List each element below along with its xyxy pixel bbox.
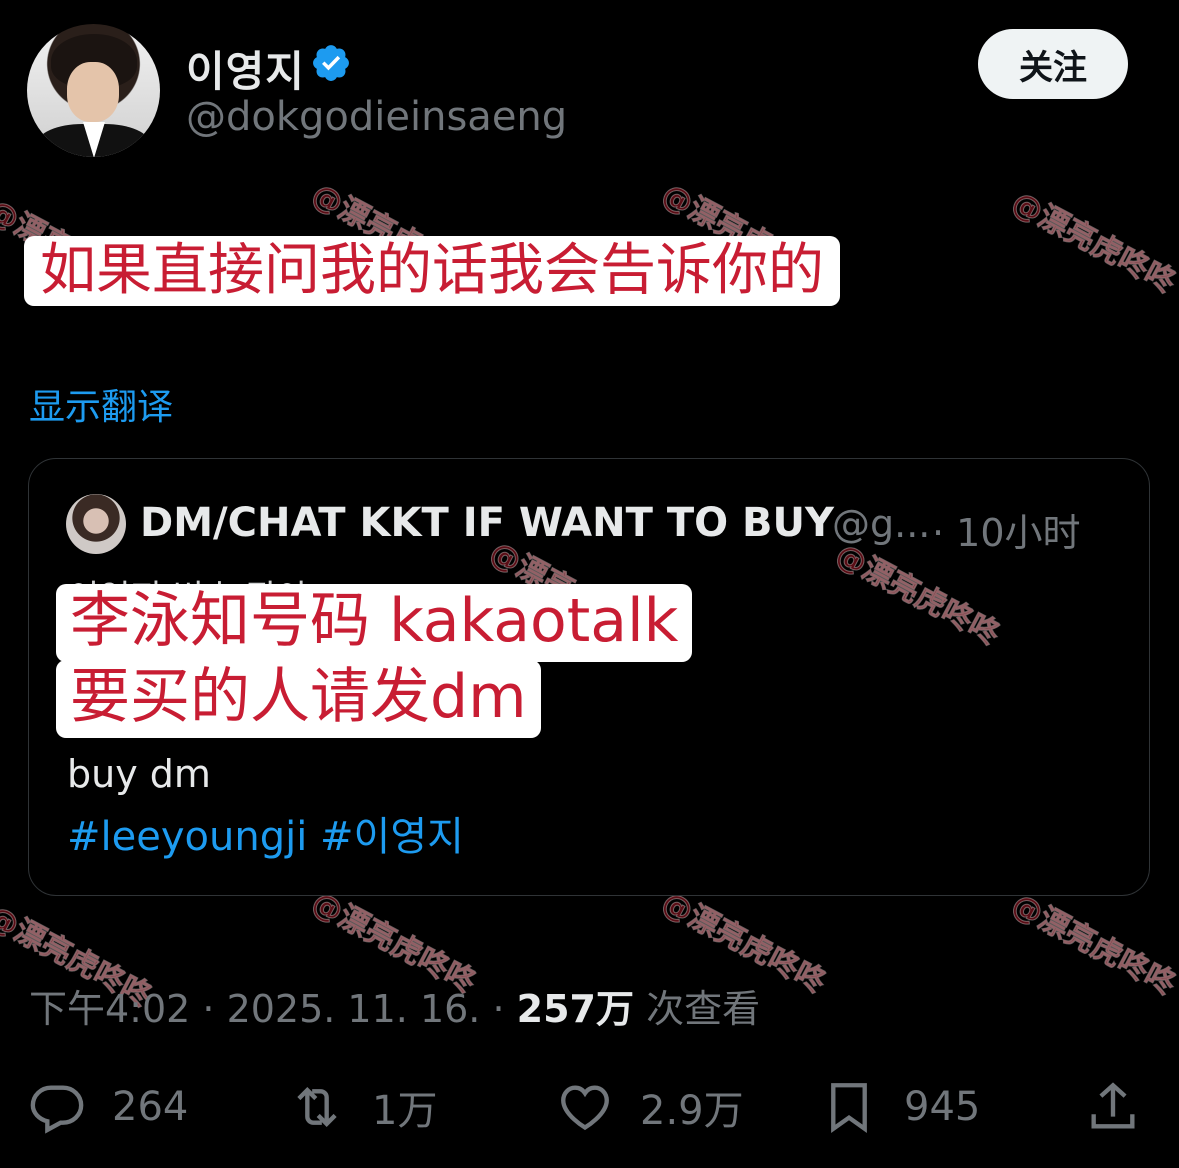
quoted-display-name: DM/CHAT KKT IF WANT TO BUY <box>140 500 834 546</box>
verified-badge-icon <box>313 45 349 81</box>
quoted-hashtags: #leeyoungji #이영지 <box>67 804 464 862</box>
bookmark-button[interactable]: 945 <box>820 1078 980 1136</box>
quoted-avatar[interactable] <box>66 494 126 554</box>
quoted-timestamp: · 10小时 <box>932 511 1081 555</box>
retweet-icon <box>297 1087 337 1127</box>
quoted-text-buy: buy dm <box>67 752 211 796</box>
avatar[interactable] <box>27 24 160 157</box>
show-translation-link[interactable]: 显示翻译 <box>29 378 173 430</box>
views-count: 257万 <box>516 987 634 1031</box>
reply-icon <box>30 1085 84 1134</box>
heart-icon <box>561 1085 609 1131</box>
watermark: @漂亮虎咚咚 <box>1005 185 1179 301</box>
tweet-timestamp[interactable]: 下午4:02 · 2025. 11. 16. · <box>29 987 505 1031</box>
retweet-button[interactable]: 1万 <box>288 1078 437 1136</box>
hashtag-link[interactable]: #이영지 <box>320 814 464 860</box>
retweet-count: 1万 <box>372 1088 438 1134</box>
share-icon <box>1091 1082 1135 1129</box>
quoted-text-overlay-line2: 要买的人请发dm <box>56 660 541 738</box>
quoted-handle: @g... <box>832 502 931 546</box>
quoted-text-overlay-line1: 李泳知号码 kakaotalk <box>56 584 693 662</box>
tweet-text: 如果直接问我的话我会告诉你的 <box>24 236 840 306</box>
tweet-meta: 下午4:02 · 2025. 11. 16. · 257万 次查看 <box>29 978 760 1033</box>
reply-count: 264 <box>112 1084 189 1130</box>
hashtag-link[interactable]: #leeyoungji <box>67 814 307 860</box>
display-name[interactable]: 이영지 <box>186 38 305 99</box>
like-count: 2.9万 <box>640 1088 744 1134</box>
views-label: 次查看 <box>646 987 761 1031</box>
watermark: @漂亮虎咚咚 <box>1005 887 1179 1003</box>
share-button[interactable] <box>1084 1078 1168 1136</box>
bookmark-count: 945 <box>904 1084 981 1130</box>
bookmark-icon <box>831 1083 867 1133</box>
reply-button[interactable]: 264 <box>28 1078 188 1136</box>
like-button[interactable]: 2.9万 <box>556 1078 744 1136</box>
user-handle[interactable]: @dokgodieinsaeng <box>186 94 567 140</box>
follow-button[interactable]: 关注 <box>978 29 1128 99</box>
